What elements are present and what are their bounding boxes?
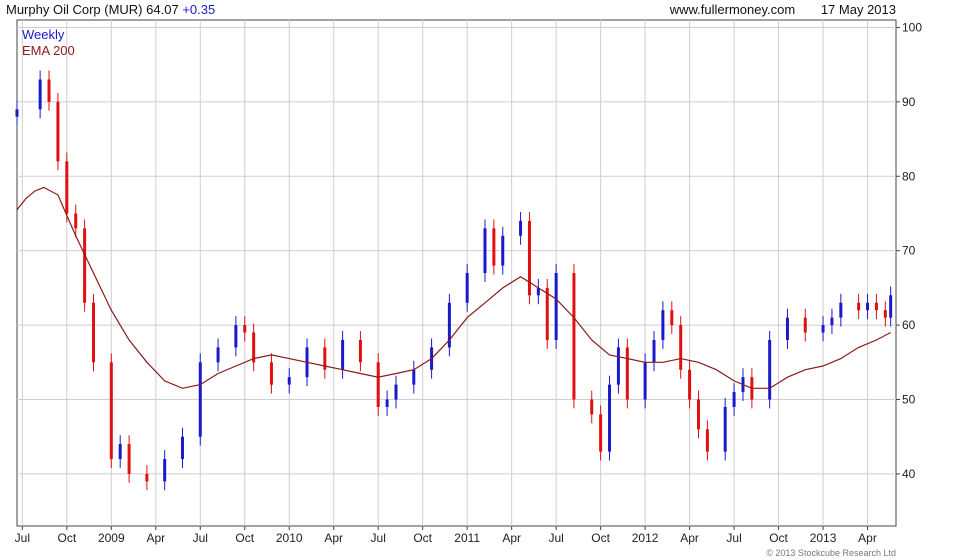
price-candle xyxy=(696,399,700,430)
price-candle xyxy=(661,310,665,340)
x-tick-label: Apr xyxy=(324,531,343,545)
price-candle xyxy=(243,325,247,333)
x-tick-label: 2011 xyxy=(454,531,480,545)
price-candle xyxy=(216,347,220,363)
price-candle xyxy=(358,339,362,363)
y-tick-label: 80 xyxy=(902,169,916,183)
price-candle xyxy=(652,339,656,363)
x-tick-label: Jul xyxy=(15,531,30,545)
price-candle xyxy=(74,213,78,229)
price-candle xyxy=(616,347,620,385)
x-tick-label: 2012 xyxy=(632,531,659,545)
price-candle xyxy=(492,228,496,266)
x-tick-label: Apr xyxy=(502,531,521,545)
chart-legend: Weekly EMA 200 xyxy=(22,27,75,59)
price-candle xyxy=(785,317,789,340)
price-candle xyxy=(109,362,113,460)
price-candle xyxy=(118,444,122,460)
price-candle xyxy=(545,287,549,340)
y-tick-label: 100 xyxy=(902,20,922,34)
y-tick-label: 60 xyxy=(902,318,916,332)
price-candle xyxy=(821,325,825,333)
price-candle xyxy=(38,79,42,110)
price-candle xyxy=(47,79,51,102)
x-tick-label: Oct xyxy=(413,531,432,545)
x-tick-label: 2013 xyxy=(810,531,837,545)
price-candle xyxy=(803,317,807,333)
legend-ema: EMA 200 xyxy=(22,43,75,58)
price-candle xyxy=(394,384,398,400)
x-tick-label: Apr xyxy=(680,531,699,545)
price-candle xyxy=(599,414,603,452)
price-candle xyxy=(670,310,674,326)
price-candle xyxy=(830,317,834,326)
plot-area xyxy=(16,19,897,527)
x-tick-label: Jul xyxy=(193,531,208,545)
x-tick-label: 2009 xyxy=(98,531,125,545)
price-candle xyxy=(465,273,469,303)
price-candle xyxy=(608,384,612,452)
price-candle xyxy=(723,406,727,452)
x-tick-label: Apr xyxy=(146,531,165,545)
price-candle xyxy=(198,362,202,437)
price-candle xyxy=(889,295,893,318)
price-candle xyxy=(857,302,861,311)
price-candle xyxy=(679,325,683,370)
x-tick-label: Jul xyxy=(371,531,386,545)
price-candle xyxy=(572,273,576,400)
price-candle xyxy=(883,310,887,318)
price-chart: 40 50 60 70 80 90 100 Jul Oct 2009 Apr Jul Oct 2010 Ap… xyxy=(15,19,922,545)
price-candle xyxy=(145,473,149,482)
price-candle xyxy=(341,339,345,370)
price-candle xyxy=(385,399,389,407)
price-candle xyxy=(163,459,167,482)
price-candle xyxy=(554,273,558,340)
price-candle xyxy=(65,161,69,214)
x-tick-label: Oct xyxy=(591,531,610,545)
price-candle xyxy=(483,228,487,273)
price-candle xyxy=(874,302,878,311)
price-candle xyxy=(643,362,647,400)
price-candle xyxy=(269,362,273,385)
price-candle xyxy=(15,109,19,117)
x-tick-label: Oct xyxy=(769,531,788,545)
price-candle xyxy=(412,369,416,385)
price-candle xyxy=(590,399,594,415)
price-candle xyxy=(180,436,184,460)
price-candle xyxy=(234,325,238,348)
x-tick-label: Jul xyxy=(548,531,563,545)
x-tick-label: 2010 xyxy=(276,531,303,545)
price-candle xyxy=(839,302,843,318)
price-candle xyxy=(92,302,96,363)
x-tick-label: Oct xyxy=(57,531,76,545)
x-tick-label: Apr xyxy=(858,531,877,545)
price-candle xyxy=(625,347,629,400)
price-candle xyxy=(376,362,380,407)
price-candle xyxy=(732,392,736,407)
x-tick-label: Oct xyxy=(235,531,254,545)
price-candle xyxy=(768,339,772,400)
copyright-notice: © 2013 Stockcube Research Ltd xyxy=(766,548,896,558)
y-tick-label: 50 xyxy=(902,393,916,407)
price-candle xyxy=(527,220,531,296)
price-candle xyxy=(519,220,523,236)
price-candle xyxy=(287,377,291,385)
price-candle xyxy=(705,429,709,452)
y-tick-label: 70 xyxy=(902,244,916,258)
y-tick-label: 90 xyxy=(902,95,916,109)
price-candle xyxy=(56,101,60,162)
x-tick-label: Jul xyxy=(726,531,741,545)
price-candle xyxy=(127,444,131,474)
y-tick-label: 40 xyxy=(902,467,916,481)
price-candle xyxy=(501,235,505,266)
price-candle xyxy=(866,302,870,311)
price-candle xyxy=(688,369,692,400)
legend-weekly: Weekly xyxy=(22,27,65,42)
price-candle xyxy=(83,228,87,303)
